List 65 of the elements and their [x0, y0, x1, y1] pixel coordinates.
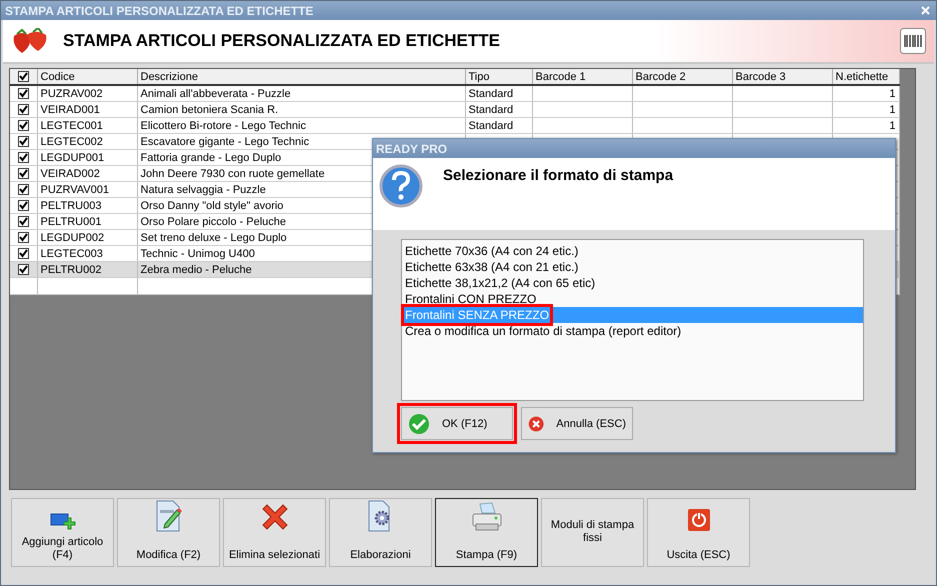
table-cell: LEGDUP001	[37, 150, 137, 166]
checkbox[interactable]	[18, 152, 29, 164]
check-icon	[408, 412, 430, 434]
table-cell: 1	[832, 118, 899, 134]
table-cell: Standard	[465, 118, 532, 134]
checkbox[interactable]	[18, 248, 29, 260]
toolbar-button[interactable]: Modifica (F2)	[117, 498, 220, 567]
window-title: STAMPA ARTICOLI PERSONALIZZATA ED ETICHETTE	[5, 4, 314, 18]
list-item[interactable]: Crea o modifica un formato di stampa (report editor)	[402, 323, 863, 339]
table-cell: PUZRAV002	[37, 85, 137, 102]
column-header[interactable]: Barcode 1	[532, 69, 632, 85]
cancel-button[interactable]: Annulla (ESC)	[521, 407, 633, 440]
checkbox[interactable]	[18, 120, 29, 132]
toolbar-button[interactable]: Elimina selezionati	[223, 498, 326, 567]
toolbar-button[interactable]: Stampa (F9)	[435, 498, 538, 567]
barcode-icon	[900, 28, 926, 54]
strawberries-icon	[11, 28, 49, 54]
table-cell: PUZRVAV001	[37, 182, 137, 198]
table-cell: LEGTEC001	[37, 118, 137, 134]
column-header[interactable]: Descrizione	[137, 69, 465, 85]
column-header[interactable]: Codice	[37, 69, 137, 85]
table-cell: PELTRU002	[37, 262, 137, 278]
checkbox[interactable]	[18, 184, 29, 196]
table-cell: PELTRU003	[37, 198, 137, 214]
table-cell: LEGTEC002	[37, 134, 137, 150]
checkbox[interactable]	[18, 88, 29, 100]
power-icon	[686, 508, 710, 532]
column-header[interactable]: N.etichette	[832, 69, 899, 85]
list-item[interactable]: Frontalini CON PREZZO	[402, 291, 863, 307]
printer-icon	[470, 502, 502, 532]
checkbox[interactable]	[18, 216, 29, 228]
page-heading: STAMPA ARTICOLI PERSONALIZZATA ED ETICHETTE	[63, 31, 501, 51]
document-pencil-icon	[154, 500, 182, 532]
toolbar-button[interactable]: Uscita (ESC)	[647, 498, 750, 567]
table-cell: VEIRAD001	[37, 102, 137, 118]
table-cell: PELTRU001	[37, 214, 137, 230]
table-cell: Animali all'abbeverata - Puzzle	[137, 85, 465, 102]
table-cell: 1	[832, 85, 899, 102]
ok-button[interactable]: OK (F12)	[401, 407, 513, 440]
add-window-icon	[50, 512, 76, 532]
table-cell: 1	[832, 102, 899, 118]
table-cell: Camion betoniera Scania R.	[137, 102, 465, 118]
checkbox[interactable]	[18, 71, 29, 82]
checkbox[interactable]	[18, 168, 29, 180]
table-cell: LEGDUP002	[37, 230, 137, 246]
checkbox[interactable]	[18, 104, 29, 116]
checkbox[interactable]	[18, 232, 29, 244]
column-header[interactable]: Barcode 3	[732, 69, 832, 85]
table-cell: LEGTEC003	[37, 246, 137, 262]
toolbar-button[interactable]: Aggiungi articolo (F4)	[11, 498, 114, 567]
close-icon[interactable]	[921, 6, 930, 15]
table-cell: Elicottero Bi-rotore - Lego Technic	[137, 118, 465, 134]
table-cell: Standard	[465, 85, 532, 102]
checkbox[interactable]	[18, 136, 29, 148]
table-cell: Standard	[465, 102, 532, 118]
toolbar-button[interactable]: Moduli di stampa fissi	[541, 498, 644, 567]
column-header[interactable]: Barcode 2	[632, 69, 732, 85]
checkbox[interactable]	[18, 200, 29, 212]
list-item[interactable]: Etichette 38,1x21,2 (A4 con 65 etic)	[402, 275, 863, 291]
question-icon	[379, 164, 423, 208]
toolbar-button[interactable]: Elaborazioni	[329, 498, 432, 567]
checkbox[interactable]	[18, 264, 29, 276]
table-cell: VEIRAD002	[37, 166, 137, 182]
cross-icon	[260, 502, 290, 532]
column-header[interactable]: Tipo	[465, 69, 532, 85]
